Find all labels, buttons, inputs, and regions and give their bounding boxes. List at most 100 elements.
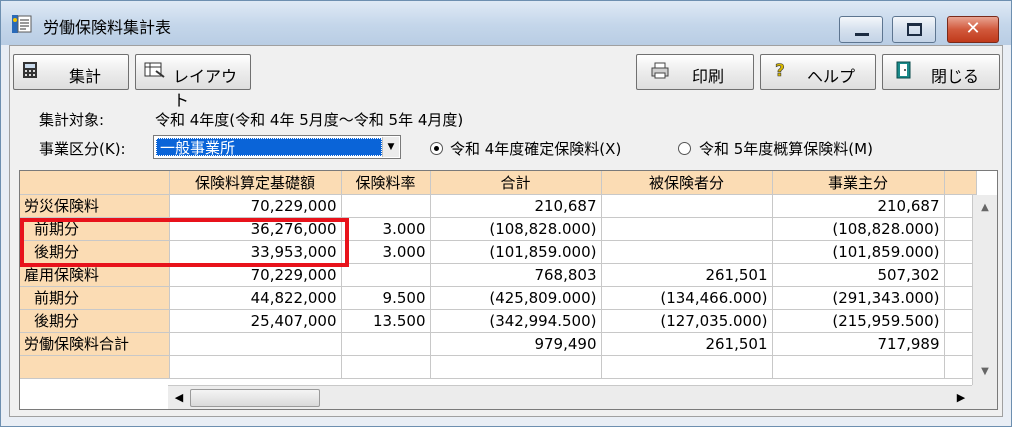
employer-cell[interactable]: 717,989 — [772, 332, 945, 356]
shukei-button[interactable]: 集計 — [13, 54, 129, 90]
category-cell[interactable]: 後期分 — [20, 240, 170, 264]
employer-cell[interactable]: 507,302 — [772, 263, 945, 287]
vertical-scrollbar[interactable]: ▲ ▼ — [972, 195, 997, 385]
app-window: 労働保険料集計表 ✕ 集計 レイアウト 印刷 ? ヘルプ 閉じる 集計対象: 令… — [0, 0, 1012, 427]
print-button[interactable]: 印刷 — [636, 54, 754, 90]
insured-cell[interactable] — [601, 194, 773, 218]
layout-icon — [144, 61, 168, 83]
employer-cell[interactable]: (215,959.500) — [772, 309, 945, 333]
insured-cell[interactable] — [601, 217, 773, 241]
category-cell[interactable]: 前期分 — [20, 217, 170, 241]
empty-cell — [601, 355, 773, 379]
base-cell[interactable] — [169, 332, 342, 356]
total-cell[interactable]: (101,859.000) — [430, 240, 602, 264]
chevron-down-icon[interactable]: ▼ — [382, 137, 399, 157]
table-row[interactable]: 前期分 44,822,000 9.500 (425,809.000) (134,466.… — [20, 286, 977, 310]
employer-cell[interactable]: (291,343.000) — [772, 286, 945, 310]
header-cell-total[interactable]: 合計 — [430, 171, 602, 195]
maximize-icon — [907, 23, 922, 36]
base-cell[interactable]: 33,953,000 — [169, 240, 342, 264]
base-cell[interactable]: 25,407,000 — [169, 309, 342, 333]
insurance-grid[interactable]: 保険料算定基礎額 保険料率 合計 被保険者分 事業主分 労災保険料 70,229,… — [19, 170, 998, 410]
close-label: 閉じる — [931, 67, 980, 86]
insured-cell[interactable]: (127,035.000) — [601, 309, 773, 333]
radio-gaisan[interactable] — [678, 142, 691, 155]
total-cell[interactable]: (342,994.500) — [430, 309, 602, 333]
table-row[interactable]: 労働保険料合計 979,490 261,501 717,989 — [20, 332, 977, 356]
rate-cell[interactable] — [341, 263, 431, 287]
table-row[interactable]: 後期分 33,953,000 3.000 (101,859.000) (101,859.… — [20, 240, 977, 264]
header-cell-extra — [944, 171, 977, 195]
scroll-up-icon[interactable]: ▲ — [974, 198, 996, 218]
scroll-thumb[interactable] — [190, 389, 320, 407]
category-cell[interactable]: 労災保険料 — [20, 194, 170, 218]
insured-cell[interactable]: 261,501 — [601, 332, 773, 356]
horizontal-scrollbar[interactable]: ◀ ▶ — [168, 385, 972, 409]
layout-button[interactable]: レイアウト — [135, 54, 251, 110]
empty-cell — [430, 355, 602, 379]
header-cell-corner — [20, 171, 170, 195]
insured-cell[interactable]: (134,466.000) — [601, 286, 773, 310]
rate-cell[interactable]: 3.000 — [341, 217, 431, 241]
total-cell[interactable]: 768,803 — [430, 263, 602, 287]
base-cell[interactable]: 70,229,000 — [169, 194, 342, 218]
layout-label: レイアウト — [173, 67, 238, 110]
table-row[interactable]: 雇用保険料 70,229,000 768,803 261,501 507,302 — [20, 263, 977, 287]
employer-cell[interactable]: (108,828.000) — [772, 217, 945, 241]
svg-text:?: ? — [775, 61, 785, 80]
maximize-button[interactable] — [892, 16, 936, 43]
close-icon: ✕ — [965, 18, 981, 39]
radio-kakutei-label[interactable]: 令和 4年度確定保険料(X) — [450, 138, 621, 159]
radio-gaisan-label[interactable]: 令和 5年度概算保険料(M) — [699, 138, 873, 159]
total-cell[interactable]: 210,687 — [430, 194, 602, 218]
target-label: 集計対象: — [39, 111, 105, 129]
table-row[interactable]: 後期分 25,407,000 13.500 (342,994.500) (127,035… — [20, 309, 977, 333]
scroll-corner — [972, 385, 997, 409]
table-row[interactable]: 前期分 36,276,000 3.000 (108,828.000) (108,828.… — [20, 217, 977, 241]
header-cell-rate[interactable]: 保険料率 — [341, 171, 431, 195]
help-label: ヘルプ — [807, 67, 856, 86]
window-title: 労働保険料集計表 — [43, 18, 172, 37]
employer-cell[interactable]: (101,859.000) — [772, 240, 945, 264]
target-value: 令和 4年度(令和 4年 5月度～令和 5年 4月度) — [155, 111, 464, 129]
scroll-left-icon[interactable]: ◀ — [170, 388, 188, 408]
base-cell[interactable]: 36,276,000 — [169, 217, 342, 241]
table-row[interactable]: 労災保険料 70,229,000 210,687 210,687 — [20, 194, 977, 218]
minimize-button[interactable] — [839, 16, 883, 43]
rate-cell[interactable] — [341, 194, 431, 218]
radio-kakutei[interactable] — [430, 142, 443, 155]
category-cell[interactable]: 労働保険料合計 — [20, 332, 170, 356]
help-button[interactable]: ? ヘルプ — [760, 54, 876, 90]
employer-cell[interactable]: 210,687 — [772, 194, 945, 218]
total-cell[interactable]: 979,490 — [430, 332, 602, 356]
header-cell-base[interactable]: 保険料算定基礎額 — [169, 171, 342, 195]
empty-cell — [20, 355, 170, 379]
header-cell-employer[interactable]: 事業主分 — [772, 171, 945, 195]
rate-cell[interactable]: 3.000 — [341, 240, 431, 264]
category-cell[interactable]: 雇用保険料 — [20, 263, 170, 287]
insurance-table: 保険料算定基礎額 保険料率 合計 被保険者分 事業主分 労災保険料 70,229,… — [20, 171, 977, 379]
category-cell[interactable]: 前期分 — [20, 286, 170, 310]
empty-row — [20, 355, 977, 379]
insured-cell[interactable] — [601, 240, 773, 264]
insured-cell[interactable]: 261,501 — [601, 263, 773, 287]
base-cell[interactable]: 70,229,000 — [169, 263, 342, 287]
total-cell[interactable]: (108,828.000) — [430, 217, 602, 241]
scroll-down-icon[interactable]: ▼ — [974, 362, 996, 382]
header-row: 保険料算定基礎額 保険料率 合計 被保険者分 事業主分 — [20, 171, 977, 195]
empty-cell — [341, 355, 431, 379]
header-cell-insured[interactable]: 被保険者分 — [601, 171, 773, 195]
rate-cell[interactable]: 9.500 — [341, 286, 431, 310]
total-cell[interactable]: (425,809.000) — [430, 286, 602, 310]
base-cell[interactable]: 44,822,000 — [169, 286, 342, 310]
empty-cell — [772, 355, 945, 379]
close-button[interactable]: 閉じる — [882, 54, 1000, 90]
kubun-select[interactable]: 一般事業所 ▼ — [153, 135, 401, 159]
scroll-right-icon[interactable]: ▶ — [952, 388, 970, 408]
rate-cell[interactable]: 13.500 — [341, 309, 431, 333]
category-cell[interactable]: 後期分 — [20, 309, 170, 333]
kubun-label: 事業区分(K): — [39, 140, 126, 158]
rate-cell[interactable] — [341, 332, 431, 356]
window-close-button[interactable]: ✕ — [947, 16, 999, 43]
shukei-label: 集計 — [69, 67, 102, 86]
